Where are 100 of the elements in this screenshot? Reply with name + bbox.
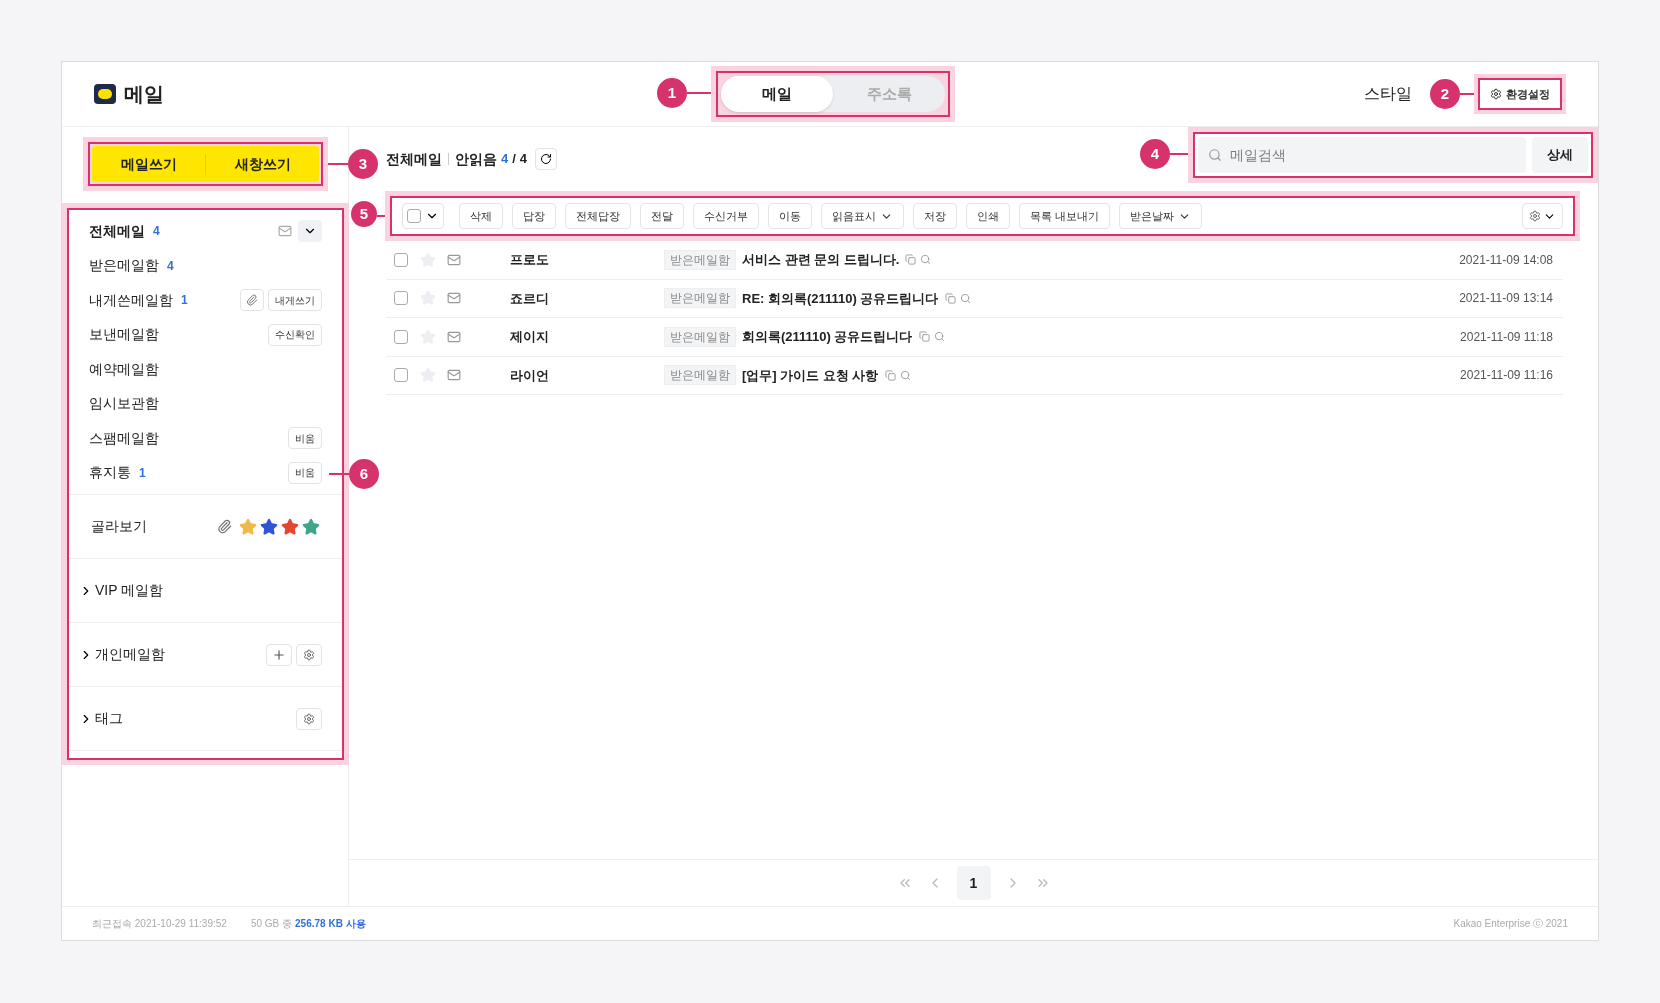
settings-icon [303,712,315,725]
folder-tag: 받은메일함 [664,326,736,347]
folder-item[interactable]: 예약메일함 [69,352,342,387]
checkbox[interactable] [394,291,408,306]
compose-button[interactable]: 새창쓰기 [205,153,319,175]
folder-tag: 받은메일함 [664,365,736,386]
folder-item[interactable]: 스팸메일함 비움 [69,421,342,456]
folder-name: 받은메일함 [89,256,159,276]
message-row[interactable]: 죠르디 받은메일함 RE: 회의록(211110) 공유드립니다 2021-11-09 13:14 [386,279,1563,318]
copy-icon[interactable] [884,369,896,381]
callout-number: 6 [349,459,379,489]
list-settings-button[interactable] [1522,203,1563,229]
app-title: 메일 [124,82,164,107]
refresh-button[interactable] [535,148,558,170]
select-all-dropdown[interactable] [402,203,444,229]
settings-button[interactable] [296,707,322,730]
checkbox[interactable] [394,329,408,344]
checkbox[interactable] [394,252,408,267]
refresh-icon [540,153,553,165]
toolbar-button[interactable]: 목록 내보내기 [1019,203,1111,229]
folder-section[interactable]: VIP 메일함 [69,558,342,622]
copy-icon[interactable] [944,292,956,304]
folder-tag: 받은메일함 [664,288,736,309]
copy-icon[interactable] [918,331,930,343]
detail-search-button[interactable]: 상세 [1532,137,1588,173]
sender-name: 죠르디 [510,289,550,308]
sender-name: 라이언 [510,366,550,385]
folder-item[interactable]: 보낸메일함 수신확인 [69,317,342,352]
toolbar-button[interactable]: 인쇄 [966,203,1010,229]
search-icon[interactable] [899,369,911,381]
toolbar-button[interactable]: 이동 [768,203,812,229]
folder-section[interactable]: 태그 [69,686,342,750]
mail-subject[interactable]: RE: 회의록(211110) 공유드립니다 [742,288,939,308]
section-name: 태그 [95,709,123,728]
toolbar-button[interactable]: 삭제 [459,203,503,229]
sender-name: 제이지 [510,328,550,346]
folder-item[interactable]: 전체메일 4 [69,214,342,249]
leader-line [687,92,711,94]
copyright-text: Kakao Enterprise ⓒ 2021 [1453,917,1568,931]
folder-item[interactable]: 휴지통 1 비움 [69,455,342,490]
envelope-icon [446,252,462,267]
section-name: VIP 메일함 [95,581,164,600]
star-filter-icon[interactable] [281,517,299,536]
copy-icon[interactable] [905,254,917,266]
mail-subject[interactable]: [업무] 가이드 요청 사항 [742,365,879,385]
total-count: 4 [519,150,528,169]
paperclip-icon[interactable] [217,519,232,534]
unread-count: 1 [181,292,188,310]
search-icon[interactable] [933,331,945,343]
message-row[interactable]: 프로도 받은메일함 서비스 관련 문의 드립니다. 2021-11-09 14:08 [386,241,1563,280]
callout-number: 4 [1140,139,1170,169]
settings-button[interactable] [296,643,322,666]
dropdown-button[interactable] [298,220,322,243]
search-field[interactable]: 메일검색 [1198,137,1526,173]
toolbar-button[interactable]: 받은날짜 [1119,203,1203,229]
count-separator: / [512,150,516,169]
envelope-icon[interactable] [276,224,294,239]
folder-name: 보낸메일함 [89,325,159,345]
folder-item[interactable]: 임시보관함 [69,386,342,421]
folder-name: 임시보관함 [89,394,159,414]
folder-name: 예약메일함 [89,359,159,379]
search-icon[interactable] [920,254,932,266]
folder-action-button[interactable]: 비움 [288,461,322,484]
add-button[interactable] [266,643,292,666]
toolbar-button[interactable]: 저장 [913,203,957,229]
envelope-icon [446,291,462,306]
mail-date: 2021-11-09 11:16 [1460,367,1553,385]
mail-date: 2021-11-09 13:14 [1459,290,1553,308]
storage-used: 256.78 KB 사용 [295,917,366,931]
logo-icon [94,84,116,104]
checkbox[interactable] [407,209,421,223]
toolbar-button[interactable]: 전체답장 [565,203,631,229]
folder-item[interactable]: 내게쓴메일함 1 내게쓰기 [69,283,342,318]
message-row[interactable]: 제이지 받은메일함 회의록(211110) 공유드립니다 2021-11-09 11:18 [386,318,1563,357]
mail-subject[interactable]: 서비스 관련 문의 드립니다. [742,250,900,270]
toolbar-button[interactable]: 읽음표시 [821,203,904,229]
star-filter-icon[interactable] [239,517,257,536]
toolbar-button[interactable]: 수신거부 [693,203,759,229]
folder-action-button[interactable]: 비움 [288,427,322,450]
checkbox[interactable] [394,368,408,383]
plus-icon [272,647,286,662]
folder-action-button[interactable]: 수신확인 [268,323,322,346]
toolbar-button[interactable]: 전달 [640,203,684,229]
folder-action-button[interactable]: 내게쓰기 [268,289,322,312]
compose-button[interactable]: 메일쓰기 [92,153,205,175]
message-row[interactable]: 라이언 받은메일함 [업무] 가이드 요청 사항 2021-11-09 11:16 [386,356,1563,395]
search-icon[interactable] [959,292,971,304]
star-filter-icon[interactable] [302,517,320,536]
attachment-button[interactable] [240,289,264,312]
folder-item[interactable]: 받은메일함 4 [69,248,342,283]
folder-name: 휴지통 [89,463,131,483]
mail-subject[interactable]: 회의록(211110) 공유드립니다 [742,327,913,347]
storage-quota: 50 GB 중 [250,917,293,931]
unread-count: 4 [167,257,174,275]
page-number[interactable]: 1 [956,866,991,900]
star-filter-icon[interactable] [260,517,278,536]
toolbar-button[interactable]: 답장 [512,203,556,229]
nav-tab[interactable]: 메일 [721,76,833,112]
folder-section[interactable]: 개인메일함 [69,622,342,686]
settings-button[interactable]: 환경설정 [1478,78,1562,110]
